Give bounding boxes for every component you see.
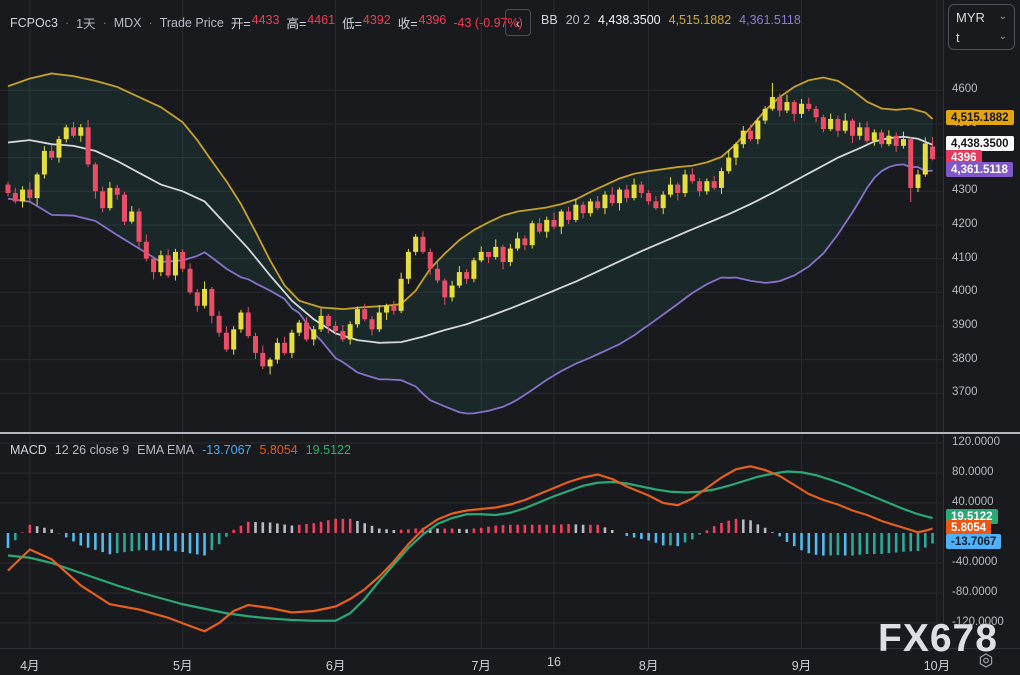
macd-ema-label: EMA EMA (137, 443, 194, 457)
time-axis-label: 5月 (173, 655, 192, 674)
axis-tick-label: 4100 (952, 252, 978, 264)
bb-name: BB (541, 13, 558, 27)
macd-histogram (8, 519, 933, 556)
legend-separator: · (103, 16, 107, 30)
axis-tick-label: 3700 (952, 386, 978, 398)
legend-collapse-button[interactable]: ‹ (505, 9, 531, 36)
time-axis-label: 10月 (924, 655, 950, 674)
bb-indicator-legend: BB 20 2 4,438.3500 4,515.1882 4,361.5118 (541, 13, 801, 27)
axis-tick-label: 4600 (952, 83, 978, 95)
macd-params: 12 26 close 9 (55, 443, 129, 457)
axis-tick-label: 40.0000 (952, 496, 994, 508)
axis-tick-label: 4000 (952, 285, 978, 297)
currency-value: MYR (956, 10, 985, 25)
axis-tick-label: 120.0000 (952, 436, 1000, 448)
time-axis-label: 16 (547, 655, 561, 669)
macd-hist-value: -13.7067 (202, 443, 251, 457)
price-scale-axis[interactable]: 4600450044004300420041004000390038003700… (944, 0, 1020, 648)
time-axis-label: 7月 (471, 655, 490, 674)
axis-price-badge: 4,515.1882 (946, 110, 1014, 125)
bb-lower-value: 4,361.5118 (739, 13, 801, 27)
bb-params: 20 2 (566, 13, 590, 27)
axis-tick-label: -120.0000 (952, 616, 1004, 628)
exchange-label: MDX (114, 16, 142, 30)
axis-price-badge: 4,361.5118 (946, 162, 1013, 177)
open-value: 开=4433 (231, 13, 280, 32)
series-type-label: Trade Price (160, 16, 224, 30)
bb-basis-value: 4,438.3500 (598, 13, 661, 27)
macd-name: MACD (10, 443, 47, 457)
time-axis-label: 4月 (20, 655, 39, 674)
legend-separator: · (149, 16, 153, 30)
high-value: 高=4461 (286, 13, 335, 32)
macd-pane-chart[interactable] (0, 435, 944, 648)
time-axis-label: 6月 (326, 655, 345, 674)
macd-line-value: 5.8054 (260, 443, 298, 457)
price-pane-chart[interactable] (0, 0, 944, 433)
pane-divider[interactable] (0, 432, 1020, 434)
axis-price-badge: 4,438.3500 (946, 136, 1014, 151)
unit-value: t (956, 30, 960, 45)
time-axis-label: 9月 (792, 655, 811, 674)
chevron-down-icon: ⌄ (999, 32, 1007, 42)
chevron-down-icon: ⌄ (999, 12, 1007, 22)
axis-tick-label: 4200 (952, 218, 978, 230)
currency-dropdown[interactable]: MYR ⌄ (949, 7, 1014, 27)
close-value: 收=4396 (398, 13, 447, 32)
axis-unit-selector: MYR ⌄ t ⌄ (948, 4, 1015, 50)
axis-tick-label: 3800 (952, 353, 978, 365)
unit-dropdown[interactable]: t ⌄ (949, 27, 1014, 47)
axis-price-badge: -13.7067 (946, 534, 1001, 549)
axis-tick-label: -80.0000 (952, 586, 997, 598)
symbol-legend: FCPOc3 · 1天 · MDX · Trade Price 开=4433 高… (10, 13, 523, 32)
trading-chart-app: FX678 FCPOc3 · 1天 · MDX · Trade Price 开=… (0, 0, 1020, 675)
macd-indicator-legend: MACD 12 26 close 9 EMA EMA -13.7067 5.80… (10, 443, 351, 457)
axis-tick-label: 80.0000 (952, 466, 994, 478)
time-scale-axis[interactable]: 4月5月6月7月168月9月10月 (0, 649, 944, 675)
interval-label: 1天 (76, 13, 95, 32)
scale-settings-button[interactable] (975, 651, 997, 671)
macd-signal-value: 19.5122 (306, 443, 351, 457)
axis-tick-label: 4300 (952, 184, 978, 196)
axis-price-badge: 5.8054 (946, 520, 991, 535)
chevron-left-icon: ‹ (516, 15, 521, 31)
gear-icon (977, 652, 995, 670)
low-value: 低=4392 (342, 13, 391, 32)
symbol-name: FCPOc3 (10, 16, 58, 30)
axis-tick-label: 3900 (952, 319, 978, 331)
bb-upper-value: 4,515.1882 (669, 13, 732, 27)
time-axis-label: 8月 (639, 655, 658, 674)
legend-separator: · (65, 16, 69, 30)
axis-tick-label: -40.0000 (952, 556, 997, 568)
